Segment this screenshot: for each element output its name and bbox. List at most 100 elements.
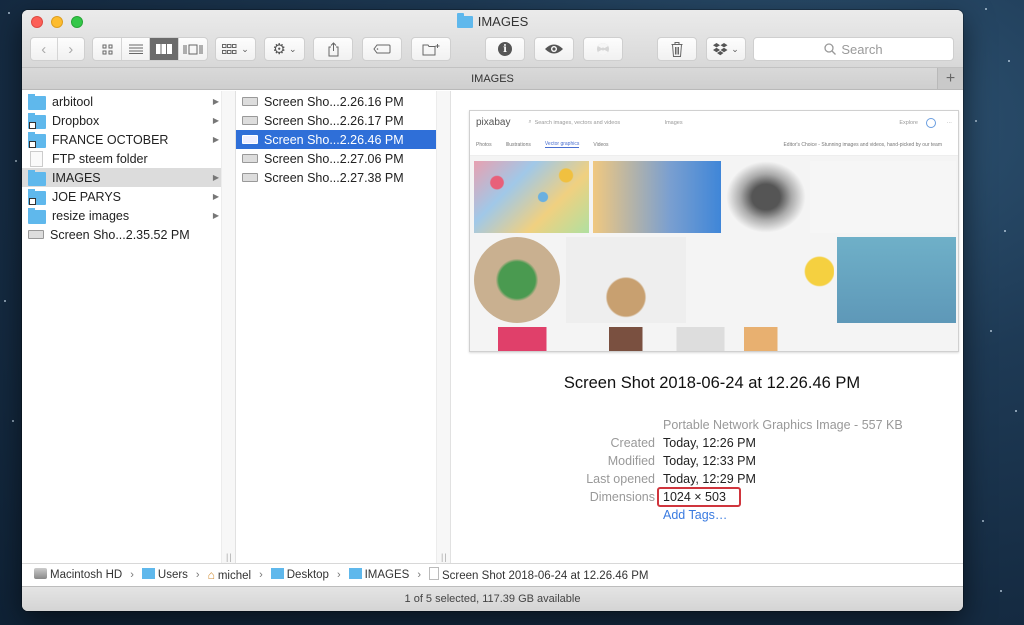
new-tab-button[interactable]: +	[937, 68, 963, 89]
chevron-right-icon: ›	[68, 40, 74, 58]
list-item[interactable]: Screen Sho...2.26.16 PM	[236, 92, 450, 111]
thumb-tab: Illustrations	[505, 141, 531, 148]
dropbox-icon	[713, 42, 728, 55]
share-icon	[328, 41, 338, 56]
breadcrumb-item[interactable]: Users	[141, 568, 188, 581]
breadcrumb-separator-icon: ›	[130, 568, 134, 581]
file-kind-size: Portable Network Graphics Image - 557 KB	[663, 418, 903, 432]
list-item[interactable]: Screen Sho...2.26.17 PM	[236, 111, 450, 130]
action-button[interactable]: ⚙ ⌄	[264, 37, 305, 61]
view-mode-control	[92, 37, 208, 61]
chevron-down-icon: ⌄	[288, 43, 297, 54]
list-item-selected[interactable]: Screen Sho...2.26.46 PM	[236, 130, 450, 149]
list-view-button[interactable]	[122, 38, 150, 60]
column-view-button[interactable]	[150, 38, 179, 60]
forward-button[interactable]: ›	[58, 38, 84, 60]
window-title-text: IMAGES	[477, 14, 529, 29]
list-item[interactable]: Screen Sho...2.27.06 PM	[236, 149, 450, 168]
column-resize-handle[interactable]: ||	[221, 91, 235, 568]
document-icon	[429, 567, 440, 580]
screenshot-file-icon	[28, 230, 44, 239]
burn-icon	[597, 43, 609, 56]
folder-icon	[28, 169, 46, 186]
item-label: Dropbox	[52, 113, 100, 128]
add-tags-link[interactable]: Add Tags…	[663, 508, 727, 522]
thumb-tile-row3	[474, 327, 956, 351]
meta-key: Last opened	[586, 472, 655, 486]
preview-pane: pixabay ⌕ Search images, vectors and vid…	[451, 91, 963, 568]
list-item[interactable]: Dropbox ▶	[22, 111, 235, 130]
list-item-selected-folder[interactable]: IMAGES ▶	[22, 168, 235, 187]
tab-title[interactable]: IMAGES	[471, 73, 514, 85]
breadcrumb-item[interactable]: Macintosh HD	[34, 568, 122, 581]
breadcrumb-item[interactable]: Screen Shot 2018-06-24 at 12.26.46 PM	[429, 567, 649, 582]
list-item[interactable]: JOE PARYS ▶	[22, 187, 235, 206]
toolbar: ‹ › ⌄ ⚙ ⌄ i ⌄ Search	[22, 37, 963, 61]
thumb-tile-meeting	[566, 237, 686, 323]
thumb-site-header: pixabay ⌕ Search images, vectors and vid…	[470, 111, 958, 134]
dropbox-button[interactable]: ⌄	[706, 37, 746, 61]
desktop-folder-icon	[270, 568, 284, 579]
breadcrumb-item[interactable]: IMAGES	[348, 568, 410, 581]
tag-icon	[373, 44, 391, 54]
column-resize-handle[interactable]: ||	[436, 91, 450, 568]
item-label: Screen Sho...2.27.38 PM	[264, 170, 404, 185]
meta-value: 1024 × 503	[663, 490, 726, 504]
thumb-tile-dog	[726, 161, 806, 233]
cover-flow-button[interactable]	[179, 38, 207, 60]
arrange-button[interactable]: ⌄	[215, 37, 256, 61]
list-item[interactable]: Screen Sho...2.27.38 PM	[236, 168, 450, 187]
folder-icon	[28, 93, 46, 110]
meta-key: Created	[610, 436, 655, 450]
item-label: JOE PARYS	[52, 189, 122, 204]
breadcrumb: Macintosh HD › Users › ⌂ michel › Desktop…	[22, 563, 963, 585]
burn-button[interactable]	[583, 37, 623, 61]
hard-drive-icon	[34, 568, 47, 579]
eye-icon	[545, 44, 563, 54]
column-browser: arbitool ▶ Dropbox ▶ FRANCE OCTOBER ▶ FT…	[22, 91, 963, 568]
item-label: resize images	[52, 208, 130, 223]
window-title: IMAGES	[22, 12, 963, 29]
site-logo: pixabay	[476, 117, 511, 128]
chevron-down-icon: ⌄	[731, 43, 739, 54]
thumb-tile-detective	[474, 237, 560, 323]
back-forward-control: ‹ ›	[30, 37, 85, 61]
disclosure-arrow-icon: ▶	[212, 211, 219, 220]
icon-view-button[interactable]	[93, 38, 122, 60]
search-field[interactable]: Search	[753, 37, 954, 61]
disclosure-arrow-icon: ▶	[212, 192, 219, 201]
column-view-icon	[156, 44, 172, 54]
new-folder-button[interactable]	[411, 37, 451, 61]
thumb-search-placeholder: Search images, vectors and videos	[534, 119, 621, 126]
get-info-button[interactable]: i	[485, 37, 525, 61]
back-button[interactable]: ‹	[31, 38, 58, 60]
thumb-tile-buttons	[474, 161, 589, 233]
list-item[interactable]: resize images ▶	[22, 206, 235, 225]
list-item[interactable]: FTP steem folder	[22, 149, 235, 168]
list-item[interactable]: Screen Sho...2.35.52 PM	[22, 225, 235, 244]
breadcrumb-label: Users	[157, 569, 188, 581]
list-item[interactable]: arbitool ▶	[22, 92, 235, 111]
list-item[interactable]: FRANCE OCTOBER ▶	[22, 130, 235, 149]
thumb-explore: Explore	[899, 119, 918, 126]
chevron-down-icon: ⌄	[241, 43, 249, 54]
preview-thumbnail[interactable]: pixabay ⌕ Search images, vectors and vid…	[469, 110, 959, 352]
meta-row-modified: Modified Today, 12:33 PM	[451, 454, 963, 472]
tag-button[interactable]	[362, 37, 402, 61]
new-folder-icon	[422, 43, 440, 55]
breadcrumb-label: IMAGES	[364, 569, 410, 581]
finder-window: IMAGES ‹ › ⌄ ⚙ ⌄ i ⌄ Search IMAGES + arb…	[22, 10, 963, 611]
trash-button[interactable]	[657, 37, 697, 61]
thumb-tile-email	[593, 161, 721, 233]
breadcrumb-item[interactable]: Desktop	[270, 568, 329, 581]
list-view-icon	[128, 44, 143, 54]
document-icon	[30, 150, 43, 167]
thumb-tab: Videos	[593, 141, 609, 148]
breadcrumb-item[interactable]: ⌂ michel	[208, 568, 251, 582]
breadcrumb-separator-icon: ›	[195, 568, 200, 581]
gear-icon: ⚙	[272, 41, 286, 58]
item-label: Screen Sho...2.27.06 PM	[264, 151, 404, 166]
share-button[interactable]	[313, 37, 353, 61]
screenshot-file-icon	[242, 116, 258, 125]
quick-look-button[interactable]	[534, 37, 574, 61]
